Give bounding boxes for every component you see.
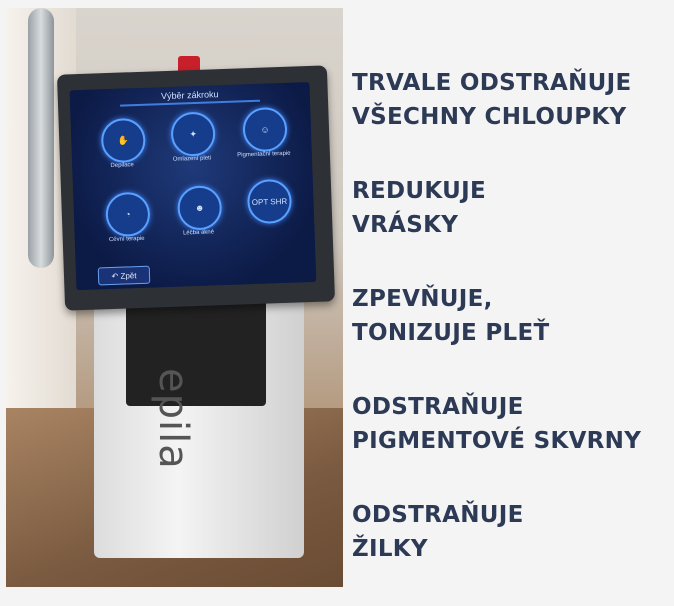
screen-icon-label: Omlazení pleti — [172, 155, 212, 163]
acne-treatment-icon: ☻ — [176, 185, 223, 231]
opt-shr-icon: OPT SHR — [246, 178, 293, 225]
brand-logo: epila — [150, 368, 196, 470]
screen-icon-label: Cévní terapie — [108, 235, 145, 244]
applicator-cable — [28, 8, 54, 268]
pigment-therapy-icon: ☺ — [242, 106, 288, 153]
claim-line: ŽILKY — [352, 536, 428, 562]
claim-line: REDUKUJE — [352, 178, 486, 204]
claim-pigment: ODSTRAŇUJE PIGMENTOVÉ SKVRNY — [352, 390, 670, 458]
claim-firming: ZPEVŇUJE, TONIZUJE PLEŤ — [352, 282, 670, 350]
back-button: ↶ Zpět — [97, 265, 151, 286]
depilation-icon: ✋ — [100, 117, 147, 164]
claim-veins: ODSTRAŇUJE ŽILKY — [352, 498, 670, 566]
claim-line: VRÁSKY — [352, 212, 459, 238]
claim-line: ZPEVŇUJE, — [352, 286, 493, 312]
claim-line: VŠECHNY CHLOUPKY — [352, 104, 627, 130]
skin-rejuvenation-icon: ✦ — [170, 111, 216, 157]
benefits-list: TRVALE ODSTRAŇUJE VŠECHNY CHLOUPKY REDUK… — [352, 66, 670, 606]
claim-hair-removal: TRVALE ODSTRAŇUJE VŠECHNY CHLOUPKY — [352, 66, 670, 134]
screen-icon-label: Pigmentační terapie — [237, 150, 291, 159]
device-monitor: Výběr zákroku ✋ Depilace ✦ Omlazení plet… — [56, 65, 336, 311]
claim-line: TRVALE ODSTRAŇUJE — [352, 70, 632, 96]
claim-line: ODSTRAŇUJE — [352, 394, 524, 420]
back-button-label: Zpět — [120, 270, 137, 281]
device-screen: Výběr zákroku ✋ Depilace ✦ Omlazení plet… — [69, 81, 317, 291]
claim-line: ODSTRAŇUJE — [352, 502, 524, 528]
screen-icon-label: Léčba akné — [182, 229, 215, 237]
claim-wrinkles: REDUKUJE VRÁSKY — [352, 174, 670, 242]
device-photo: epila Výběr zákroku ✋ Depilace ✦ Omlazen… — [6, 8, 343, 587]
screen-icon-label: Depilace — [110, 162, 134, 169]
back-arrow-icon: ↶ — [111, 271, 121, 281]
vascular-therapy-icon: ◔ — [105, 191, 151, 238]
claim-line: TONIZUJE PLEŤ — [352, 320, 550, 346]
claim-line: PIGMENTOVÉ SKVRNY — [352, 428, 642, 454]
